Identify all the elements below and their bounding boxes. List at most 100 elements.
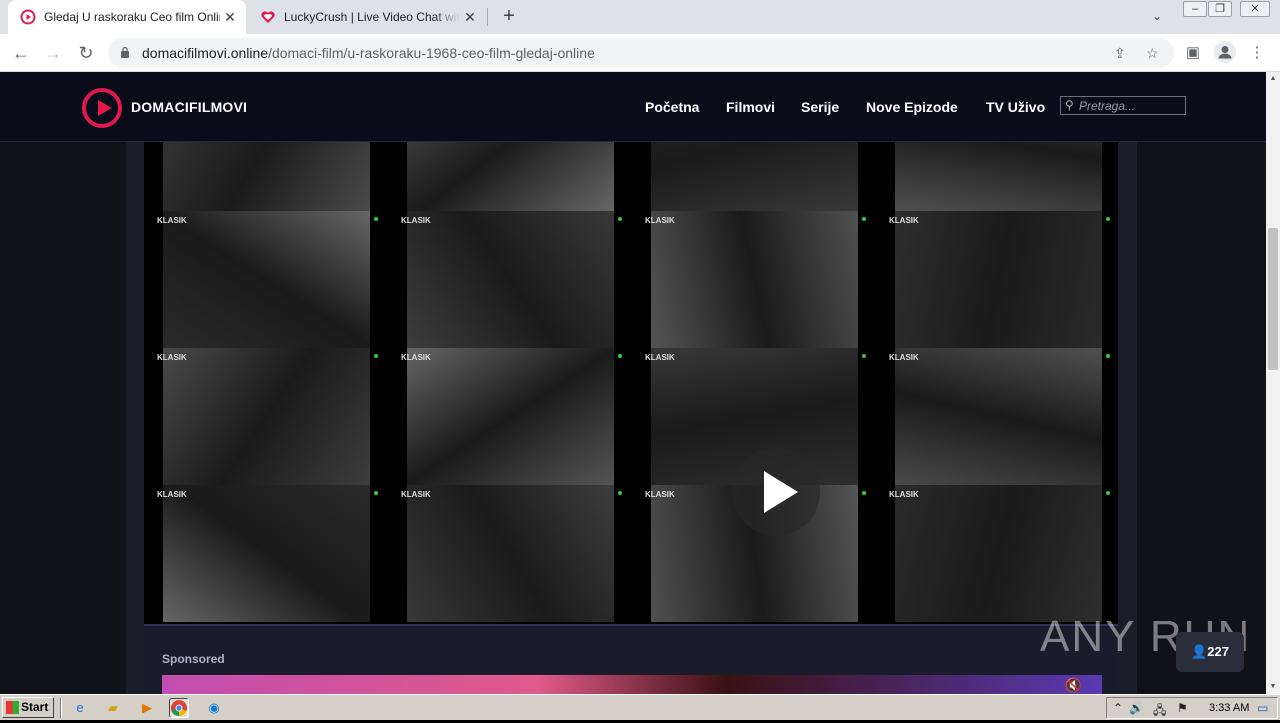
- network-icon[interactable]: 🖧: [1153, 701, 1166, 722]
- film-still-thumbnail: [407, 142, 614, 211]
- address-bar[interactable]: domacifilmovi.online/domaci-film/u-rasko…: [108, 38, 1174, 68]
- action-center-flag-icon[interactable]: ⚑: [1177, 701, 1188, 715]
- users-count: 227: [1207, 644, 1229, 659]
- thumbnail-label: KLASIK: [401, 490, 431, 499]
- folder-icon[interactable]: ▰: [103, 698, 123, 718]
- new-tab-button[interactable]: +: [498, 5, 520, 29]
- share-icon[interactable]: ⇪: [1114, 45, 1126, 62]
- film-still-thumbnail: KLASIK: [889, 348, 1110, 485]
- side-panel-icon[interactable]: ▣: [1182, 42, 1204, 64]
- search-icon: ⚲: [1065, 98, 1074, 112]
- film-still-thumbnail: KLASIK: [401, 211, 622, 348]
- menu-kebab-icon[interactable]: ⋮: [1246, 42, 1268, 64]
- restore-button[interactable]: ❐: [1208, 1, 1232, 17]
- close-window-button[interactable]: ✕: [1240, 1, 1270, 17]
- tab-separator: [487, 8, 488, 26]
- film-still-thumbnail: KLASIK: [401, 348, 622, 485]
- windows-taskbar: Start e ▰ ▶ ◉ ⌃ 🔊 🖧 ⚑ 3:33 AM ▭: [0, 694, 1280, 720]
- nav-filmovi[interactable]: Filmovi: [726, 99, 775, 115]
- nav-nove-epizode[interactable]: Nove Epizode: [866, 99, 958, 115]
- search-input[interactable]: [1079, 97, 1183, 114]
- reload-icon[interactable]: ↻: [73, 40, 99, 66]
- nav-pocetna[interactable]: Početna: [645, 99, 699, 115]
- tray-expand-icon[interactable]: ⌃: [1113, 701, 1123, 715]
- bookmark-star-icon[interactable]: ☆: [1146, 45, 1159, 62]
- site-favicon-icon: [20, 9, 36, 25]
- thumbnail-indicator-dot: [862, 354, 866, 358]
- windows-flag-icon: [6, 701, 19, 714]
- thumbnail-label: KLASIK: [401, 353, 431, 362]
- thumbnail-label: KLASIK: [645, 353, 675, 362]
- profile-avatar-icon[interactable]: [1214, 41, 1236, 63]
- logo-text[interactable]: DOMACIFILMOVI: [131, 99, 247, 115]
- minimize-button[interactable]: –: [1183, 1, 1207, 17]
- thumbnail-indicator-dot: [374, 354, 378, 358]
- users-count-badge[interactable]: 👤227: [1176, 632, 1244, 672]
- show-desktop-icon[interactable]: ▭: [1257, 701, 1268, 715]
- thumbnail-indicator-dot: [862, 217, 866, 221]
- chrome-icon[interactable]: [169, 698, 189, 718]
- system-tray: ⌃ 🔊 🖧 ⚑ 3:33 AM ▭: [1106, 697, 1278, 719]
- thumbnail-indicator-dot: [862, 491, 866, 495]
- tab-inactive[interactable]: LuckyCrush | Live Video Chat with Ra ✕: [248, 0, 486, 34]
- film-still-thumbnail: KLASIK: [157, 211, 378, 348]
- thumbnail-label: KLASIK: [401, 216, 431, 225]
- nav-serije[interactable]: Serije: [801, 99, 839, 115]
- search-box[interactable]: ⚲: [1060, 96, 1186, 115]
- clock[interactable]: 3:33 AM: [1209, 702, 1249, 714]
- tab-search-chevron-icon[interactable]: ⌄: [1152, 9, 1162, 23]
- film-still-thumbnail: [895, 142, 1102, 211]
- thumbnail-label: KLASIK: [645, 490, 675, 499]
- tab-active[interactable]: Gledaj U raskoraku Ceo film Online ✕: [8, 0, 246, 34]
- thumbnail-indicator-dot: [1106, 354, 1110, 358]
- video-player[interactable]: KLASIK KLASIK KLASIK KLASIK KLASIK KLASIK KLAS…: [144, 142, 1118, 624]
- edge-icon[interactable]: ◉: [204, 698, 224, 718]
- film-still-thumbnail: KLASIK: [401, 485, 622, 622]
- sponsored-ad-banner[interactable]: 🔇: [162, 675, 1102, 694]
- thumbnail-label: KLASIK: [157, 353, 187, 362]
- logo-play-icon[interactable]: [82, 88, 122, 128]
- thumbnail-indicator-dot: [618, 217, 622, 221]
- play-button[interactable]: [732, 448, 820, 536]
- sponsored-section: Sponsored 🔇: [144, 624, 1118, 694]
- sponsored-heading: Sponsored: [162, 652, 225, 666]
- scroll-up-arrow-icon[interactable]: ▲: [1266, 72, 1280, 86]
- film-still-thumbnail: KLASIK: [889, 211, 1110, 348]
- thumbnail-indicator-dot: [374, 217, 378, 221]
- play-icon: [764, 471, 798, 513]
- thumbnail-indicator-dot: [374, 491, 378, 495]
- thumbnail-indicator-dot: [1106, 491, 1110, 495]
- page-scrollbar[interactable]: ▲ ▼: [1266, 72, 1280, 694]
- thumbnail-indicator-dot: [1106, 217, 1110, 221]
- thumbnail-indicator-dot: [618, 354, 622, 358]
- start-button[interactable]: Start: [2, 697, 54, 718]
- film-still-thumbnail: [651, 142, 858, 211]
- thumbnail-label: KLASIK: [157, 216, 187, 225]
- taskbar-separator: [60, 698, 62, 718]
- scroll-thumb[interactable]: [1268, 228, 1278, 370]
- tab-close-icon[interactable]: ✕: [220, 9, 240, 26]
- tab-title: Gledaj U raskoraku Ceo film Online: [44, 10, 220, 24]
- forward-arrow-icon[interactable]: →: [40, 40, 66, 66]
- mute-icon[interactable]: 🔇: [1065, 677, 1082, 694]
- url-host: domacifilmovi.online: [142, 45, 269, 61]
- site-header: DOMACIFILMOVI Početna Filmovi Serije Nov…: [0, 72, 1266, 142]
- thumbnail-label: KLASIK: [889, 490, 919, 499]
- film-still-thumbnail: KLASIK: [645, 211, 866, 348]
- thumbnail-label: KLASIK: [645, 216, 675, 225]
- tab-close-icon[interactable]: ✕: [460, 9, 480, 26]
- media-player-icon[interactable]: ▶: [137, 698, 157, 718]
- film-still-thumbnail: KLASIK: [157, 485, 378, 622]
- thumbnail-label: KLASIK: [889, 353, 919, 362]
- user-icon: 👤: [1191, 644, 1208, 659]
- back-arrow-icon[interactable]: ←: [8, 40, 34, 66]
- heart-favicon-icon: [261, 11, 275, 23]
- volume-icon[interactable]: 🔊: [1129, 701, 1144, 715]
- nav-tv-uzivo[interactable]: TV Uživo: [986, 99, 1045, 115]
- lock-icon: [121, 46, 129, 58]
- url-text: domacifilmovi.online/domaci-film/u-rasko…: [142, 45, 595, 61]
- ie-icon[interactable]: e: [70, 698, 90, 718]
- thumbnail-label: KLASIK: [157, 490, 187, 499]
- scroll-down-arrow-icon[interactable]: ▼: [1266, 680, 1280, 694]
- url-path: /domaci-film/u-raskoraku-1968-ceo-film-g…: [268, 45, 595, 61]
